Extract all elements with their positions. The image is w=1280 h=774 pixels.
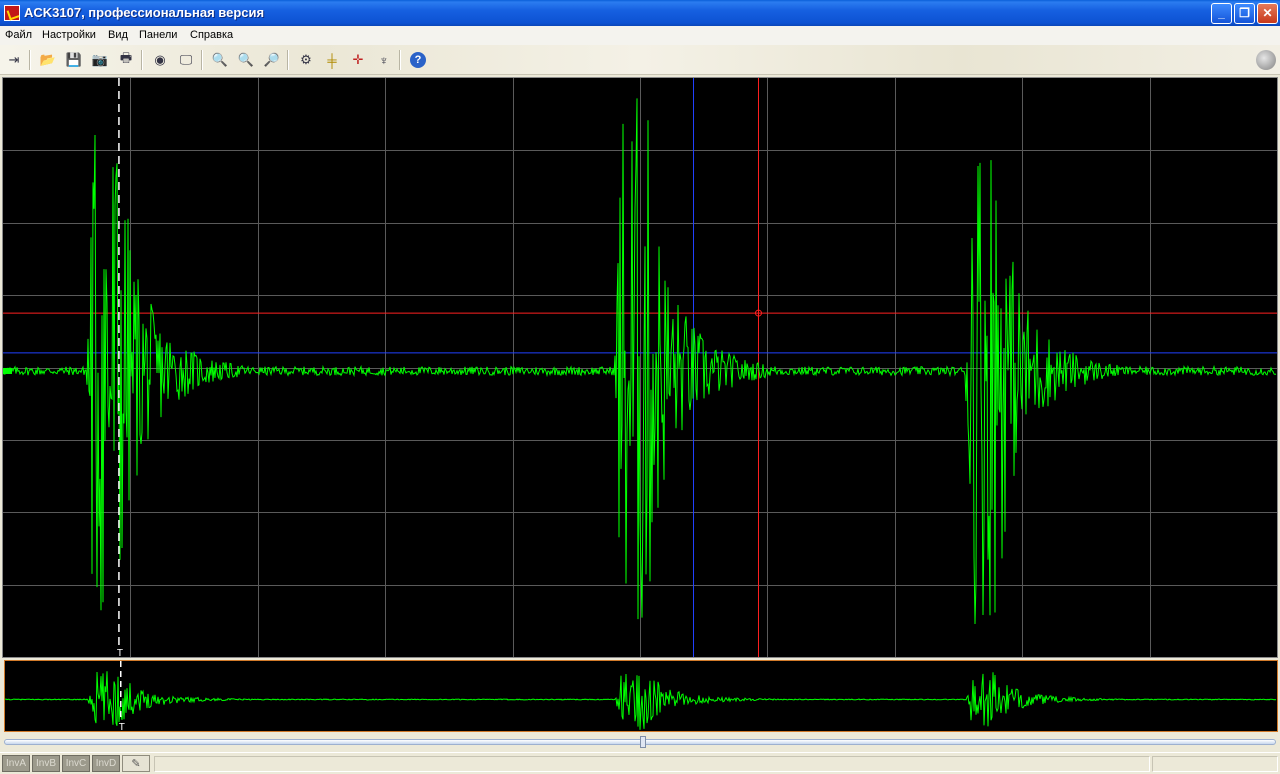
camera-icon[interactable]: 📷 xyxy=(89,49,111,71)
menu-panels[interactable]: Панели xyxy=(139,29,177,41)
cursor-measure-icon[interactable]: ╪ xyxy=(321,49,343,71)
oscilloscope-main-view[interactable]: T xyxy=(2,77,1278,658)
eraser-icon[interactable]: ✎ xyxy=(122,755,150,772)
toolbar-separator xyxy=(201,50,203,70)
channel-ground-marker xyxy=(3,367,12,374)
app-logo-icon xyxy=(4,5,20,21)
minimize-button[interactable]: _ xyxy=(1211,3,1232,24)
zoom-in-icon[interactable]: 🔍 xyxy=(209,49,231,71)
inv-d-button[interactable]: InvD xyxy=(92,755,120,772)
inv-b-button[interactable]: InvB xyxy=(32,755,60,772)
horizontal-scrollbar[interactable] xyxy=(4,736,1276,748)
disc-icon[interactable] xyxy=(1256,50,1276,70)
eye-icon[interactable]: ◉ xyxy=(149,49,171,71)
app-window: ACK3107, профессиональная версия _ ❐ ✕ Ф… xyxy=(0,0,1280,774)
network-icon[interactable]: ♆ xyxy=(373,49,395,71)
zoom-fit-icon[interactable]: 🔍 xyxy=(235,49,257,71)
oscilloscope-overview[interactable]: T xyxy=(4,660,1278,732)
title-bar: ACK3107, профессиональная версия _ ❐ ✕ xyxy=(0,0,1280,26)
overview-waveform: T xyxy=(5,661,1277,731)
trigger-label: T xyxy=(117,648,123,657)
menu-view[interactable]: Вид xyxy=(108,29,128,41)
menu-bar: Файл Настройки Вид Панели Справка xyxy=(0,26,1280,45)
waveform-plot: T xyxy=(3,78,1277,657)
menu-settings[interactable]: Настройки xyxy=(42,29,96,41)
help-icon-glyph: ? xyxy=(410,52,426,68)
exit-icon[interactable]: ⇥ xyxy=(3,49,25,71)
open-folder-icon[interactable]: 📂 xyxy=(37,49,59,71)
status-bar: InvA InvB InvC InvD ✎ xyxy=(0,752,1280,774)
waveform-trace xyxy=(3,98,1277,625)
print-icon[interactable]: 🖶 xyxy=(115,49,137,71)
help-icon[interactable]: ? xyxy=(407,49,429,71)
close-button[interactable]: ✕ xyxy=(1257,3,1278,24)
restore-button[interactable]: ❐ xyxy=(1234,3,1255,24)
save-icon[interactable]: 💾 xyxy=(63,49,85,71)
toolbar-separator xyxy=(29,50,31,70)
window-title: ACK3107, профессиональная версия xyxy=(24,5,265,20)
toolbar-separator xyxy=(287,50,289,70)
toolbar-separator xyxy=(141,50,143,70)
monitor-icon[interactable]: 🖵 xyxy=(175,49,197,71)
inv-a-button[interactable]: InvA xyxy=(2,755,30,772)
scrollbar-thumb[interactable] xyxy=(639,736,646,748)
gear-icon[interactable]: ⚙ xyxy=(295,49,317,71)
zoom-out-icon[interactable]: 🔎 xyxy=(261,49,283,71)
marker-icon[interactable]: ✛ xyxy=(347,49,369,71)
status-panel xyxy=(154,756,1150,772)
menu-help[interactable]: Справка xyxy=(190,29,233,41)
overview-trigger-label: T xyxy=(119,722,125,731)
overview-trace xyxy=(5,671,1277,730)
toolbar-separator xyxy=(399,50,401,70)
menu-file[interactable]: Файл xyxy=(5,29,32,41)
inv-c-button[interactable]: InvC xyxy=(62,755,90,772)
toolbar: ⇥ 📂 💾 📷 🖶 ◉ 🖵 🔍 🔍 🔎 ⚙ ╪ ✛ ♆ ? xyxy=(0,45,1280,75)
status-panel xyxy=(1152,756,1278,772)
